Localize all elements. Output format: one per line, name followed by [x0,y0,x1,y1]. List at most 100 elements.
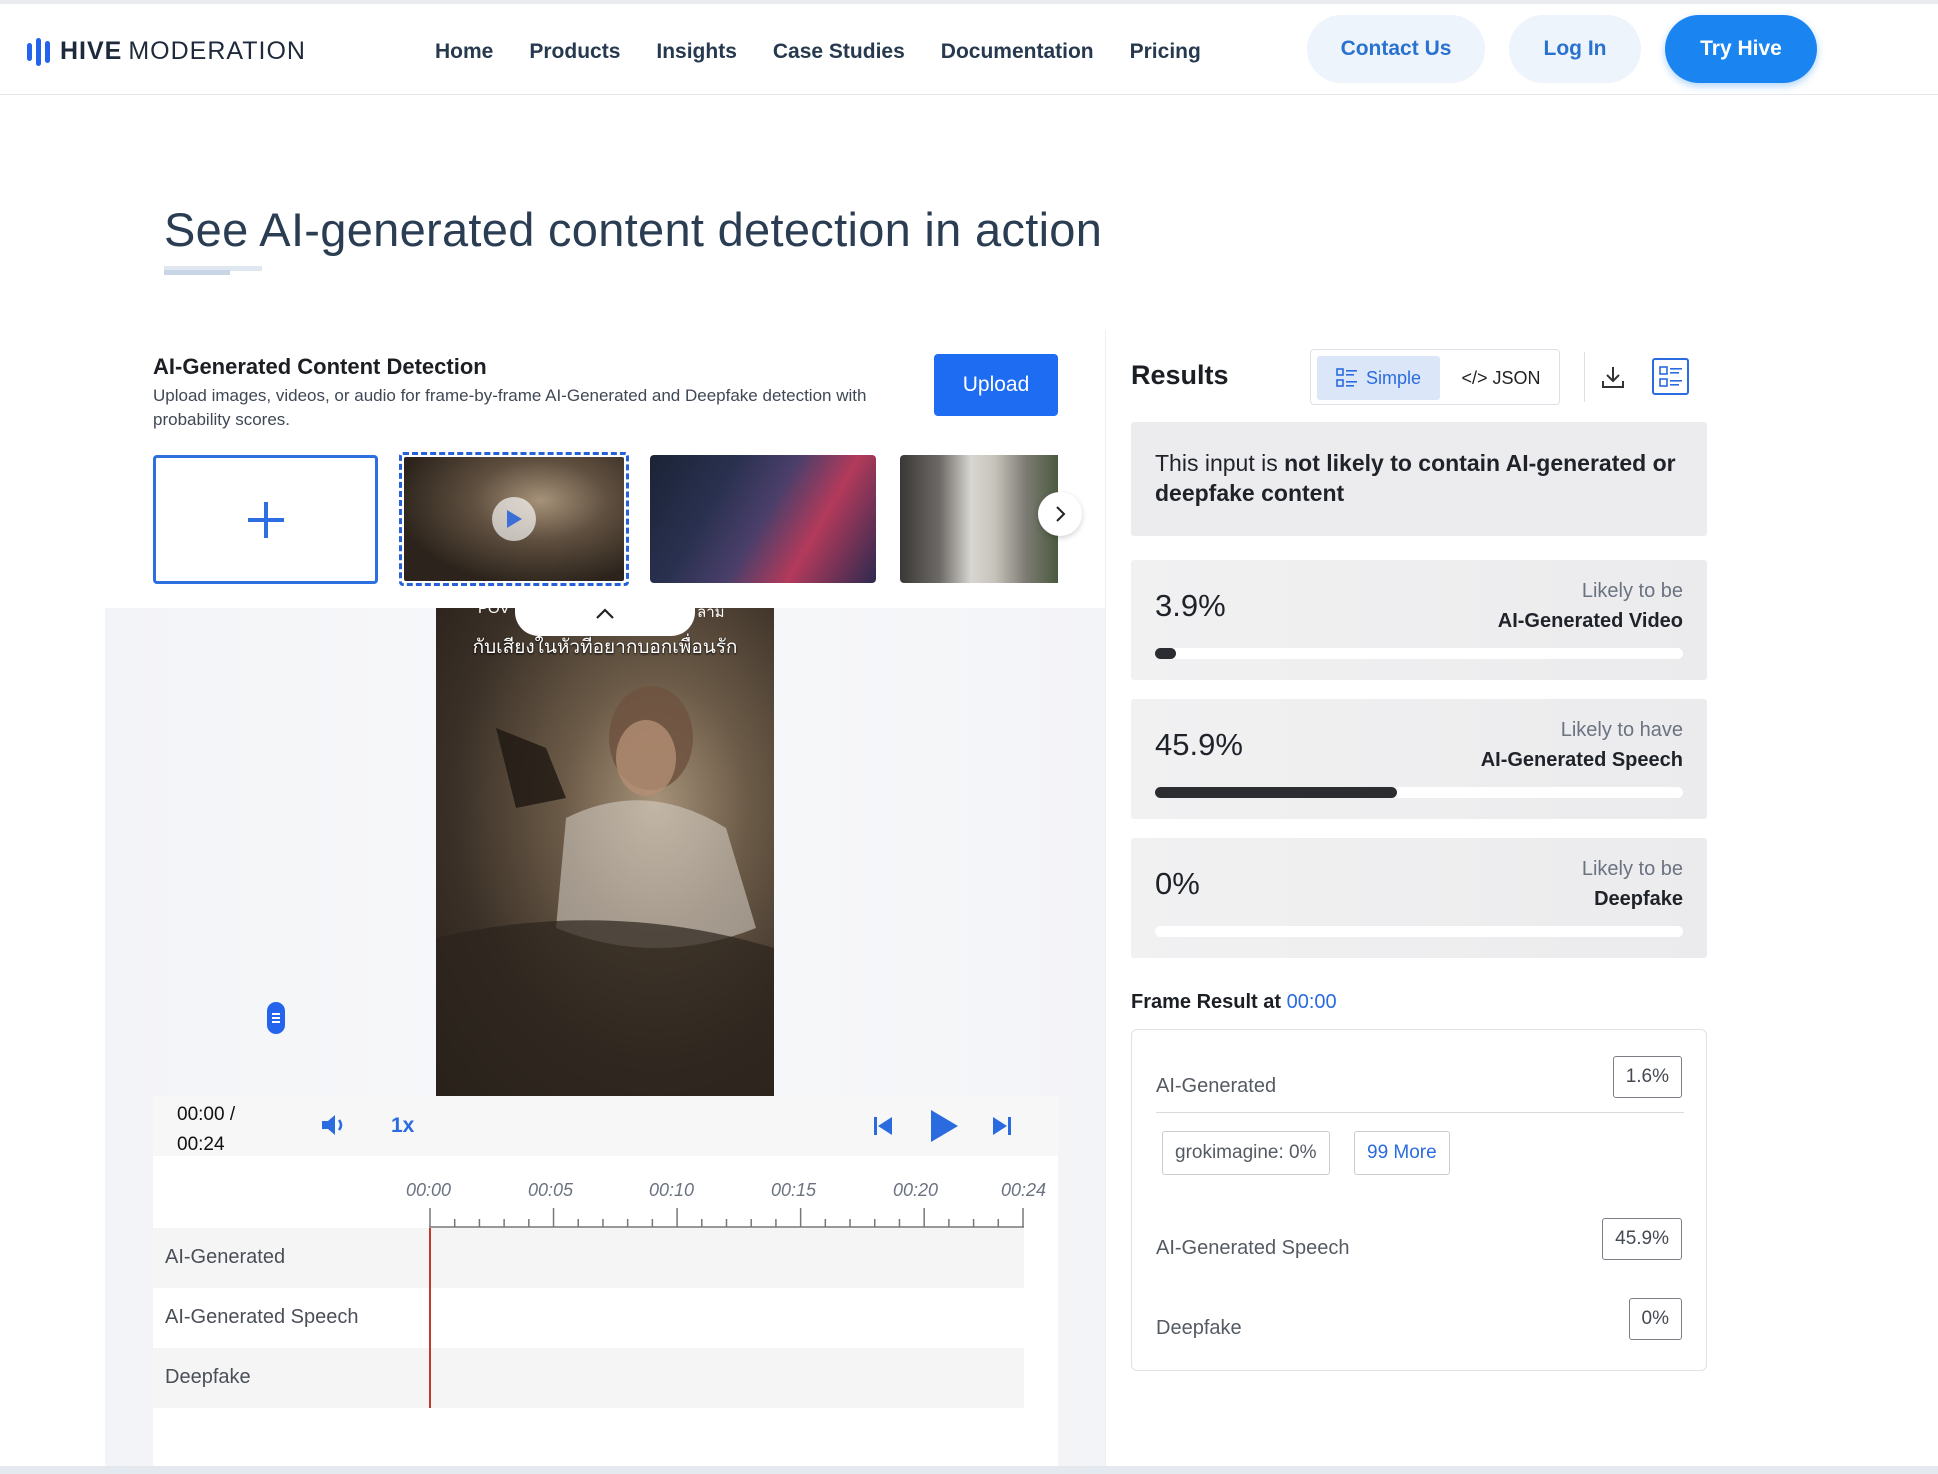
video-preview[interactable]: กับเสียงในหัวที่อยากบอกเพื่อนรัก [436,608,774,1096]
skip-forward-icon[interactable] [991,1115,1013,1137]
results-title: Results [1131,360,1229,390]
score-card-ai-video: 3.9% Likely to be AI-Generated Video [1131,560,1707,680]
nav-documentation[interactable]: Documentation [941,40,1094,64]
timeline-scrubber-handle[interactable] [267,1002,285,1034]
view-toggle: Simple </> JSON [1310,349,1560,405]
score-bar-fill [1155,648,1176,659]
view-json-tab[interactable]: </> JSON [1449,356,1553,400]
login-button[interactable]: Log In [1509,15,1641,83]
brand-name-bold: HIVE [60,37,123,65]
row-label: AI-Generated Speech [165,1306,359,1328]
tick-label: 00:05 [528,1180,574,1200]
row-label: AI-Generated [165,1246,286,1268]
demo-description: Upload images, videos, or audio for fram… [153,386,867,429]
score-value: 3.9% [1155,588,1226,623]
frame-ai-generated-value: 1.6% [1612,1056,1682,1098]
frame-result-time[interactable]: 00:00 [1287,991,1337,1013]
demo-title: AI-Generated Content Detection [153,354,487,379]
details-list-icon [1658,365,1682,387]
score-value: 0% [1155,866,1200,901]
nav-case-studies[interactable]: Case Studies [773,40,905,64]
skip-back-icon[interactable] [872,1115,894,1137]
score-card-deepfake: 0% Likely to be Deepfake [1131,838,1707,958]
more-models-button[interactable]: 99 More [1354,1131,1450,1175]
video-thumbnail-image [404,457,624,581]
tick-label: 00:20 [893,1180,939,1200]
frame-divider [1156,1112,1684,1113]
chevron-right-icon [1056,506,1066,522]
timeline-ruler [429,1208,1024,1228]
carousel-next-button[interactable] [1038,492,1082,536]
score-bar [1155,926,1683,937]
frame-speech-label: AI-Generated Speech [1156,1237,1350,1259]
grip-icon [272,1013,280,1023]
score-label-prefix: Likely to be [1581,858,1683,880]
page-title: See AI-generated content detection in ac… [164,203,1103,256]
brand-logo[interactable]: HIVE MODERATION [27,37,306,66]
video-caption-top-right: ลาม [697,604,725,621]
timeline-row-deepfake: Deepfake [153,1348,1024,1408]
view-simple-tab[interactable]: Simple [1317,356,1440,400]
current-time: 00:00 / [177,1104,236,1125]
download-icon[interactable] [1600,364,1626,390]
score-bar [1155,648,1683,659]
score-bar-fill [1155,787,1398,798]
list-view-icon [1336,368,1357,387]
frame-deepfake-label: Deepfake [1156,1317,1242,1339]
score-label: Deepfake [1594,888,1683,910]
video-caption-top: POV [478,600,510,617]
score-card-ai-speech: 45.9% Likely to have AI-Generated Speech [1131,699,1707,819]
nav-pricing[interactable]: Pricing [1130,40,1201,64]
add-media-button[interactable] [153,455,378,584]
try-hive-button[interactable]: Try Hive [1665,15,1817,83]
bottom-edge [0,1466,1938,1474]
tick-label: 00:00 [406,1180,452,1200]
score-label-prefix: Likely to be [1581,580,1683,602]
nav-home[interactable]: Home [435,40,493,64]
play-icon[interactable] [928,1108,960,1144]
toolbar-separator [1584,352,1585,402]
score-label: AI-Generated Speech [1480,749,1683,771]
site-header: HIVE MODERATION Home Products Insights Ca… [0,4,1938,95]
sample-thumbnail-video-selected[interactable] [399,452,629,586]
timeline-row-speech: AI-Generated Speech [153,1288,1024,1348]
frame-deepfake-value: 0% [1628,1298,1682,1340]
collapse-toggle[interactable] [515,600,695,636]
logo-icon [27,37,50,66]
playback-speed[interactable]: 1x [391,1114,414,1138]
panel-divider [1105,330,1106,1474]
chevron-up-icon [596,608,614,619]
sample-thumbnail-portrait[interactable] [650,455,876,583]
details-view-button[interactable] [1652,358,1689,395]
tick-label: 00:24 [1001,1180,1047,1200]
tick-label: 00:15 [771,1180,817,1200]
video-frame-illustration [436,686,774,1096]
score-label-prefix: Likely to have [1560,719,1683,741]
detection-timeline: 00:00 00:05 00:10 00:15 00:20 00:24 AI-G… [153,1156,1058,1474]
timeline-row-ai-generated: AI-Generated [153,1228,1024,1288]
title-underline [164,266,262,275]
frame-speech-value: 45.9% [1602,1218,1682,1260]
player-controls: 00:00 / 00:24 1x [153,1096,1058,1156]
score-label: AI-Generated Video [1497,610,1683,632]
plus-icon [247,501,284,538]
sample-thumbnail-interior[interactable] [900,455,1058,583]
verdict-prefix: This input is [1155,450,1278,476]
nav-products[interactable]: Products [529,40,620,64]
nav-insights[interactable]: Insights [656,40,737,64]
verdict-banner: This input is not likely to contain AI-g… [1131,422,1707,536]
volume-icon[interactable] [320,1113,348,1137]
upload-button[interactable]: Upload [934,354,1058,416]
contact-us-button[interactable]: Contact Us [1307,15,1485,83]
model-chip: grokimagine: 0% [1162,1131,1330,1175]
row-label: Deepfake [165,1366,251,1388]
main-nav: Home Products Insights Case Studies Docu… [435,40,1201,64]
score-value: 45.9% [1155,727,1243,762]
frame-result-panel: AI-Generated 1.6% grokimagine: 0% 99 Mor… [1131,1029,1707,1371]
timeline-playhead [429,1228,431,1408]
frame-result-title: Frame Result at 00:00 [1131,991,1337,1013]
brand-name-light: MODERATION [128,37,306,65]
score-bar [1155,787,1683,798]
play-icon [492,497,536,541]
frame-ai-generated-label: AI-Generated [1156,1075,1277,1097]
